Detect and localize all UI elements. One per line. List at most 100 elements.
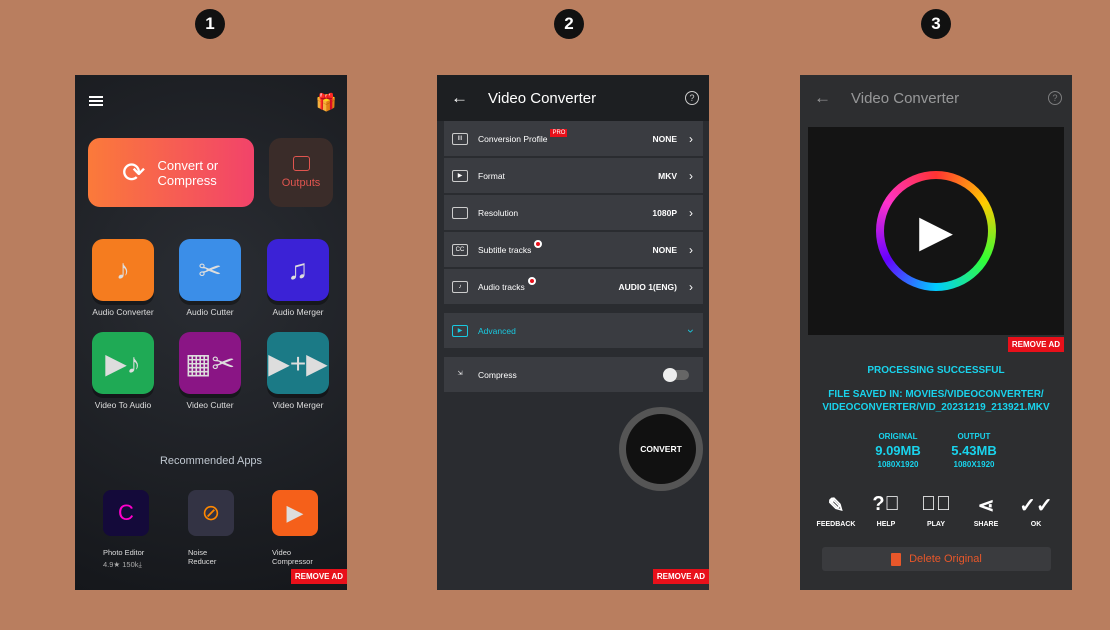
action-label: SHARE bbox=[973, 521, 999, 528]
chevron-right-icon: › bbox=[689, 131, 693, 146]
row-label: Audio tracks bbox=[478, 281, 525, 292]
advanced-settings-icon: ▶ bbox=[452, 324, 468, 337]
row-label: Compress bbox=[478, 369, 517, 380]
app-name: Photo Editor bbox=[103, 548, 145, 557]
ad-banner[interactable]: ▶ bbox=[808, 127, 1064, 335]
back-arrow-icon[interactable]: ← bbox=[451, 88, 468, 108]
pro-dot-icon bbox=[534, 240, 543, 248]
play-button[interactable]: ▶⃝ PLAY bbox=[911, 493, 961, 528]
film-music-icon: ▶♪ bbox=[92, 332, 154, 394]
home-screen: 🎁 ⟳ Convert or Compress Outputs ♪ Audio C… bbox=[75, 75, 347, 590]
row-value: NONE bbox=[652, 133, 677, 144]
ok-button[interactable]: ✓✓ OK bbox=[1011, 493, 1061, 528]
help-button[interactable]: ?⃝ HELP bbox=[861, 493, 911, 528]
app-photo-editor[interactable]: C Photo Editor 4.9★ 150k⤓ bbox=[103, 490, 173, 570]
action-label: OK bbox=[1030, 521, 1042, 528]
format-icon: ▶ bbox=[452, 169, 468, 182]
video-converter-logo-icon: ▶ bbox=[876, 171, 996, 291]
step-badge-1: 1 bbox=[195, 9, 225, 39]
audio-tracks-row[interactable]: ♪ Audio tracks AUDIO 1(ENG) › bbox=[444, 269, 703, 305]
remove-ad-button[interactable]: REMOVE AD bbox=[1007, 337, 1064, 352]
photo-editor-icon: C bbox=[103, 490, 149, 536]
music-note-icon: ♪ bbox=[92, 239, 154, 301]
original-stats: ORIGINAL 9.09MB 1080X1920 bbox=[858, 432, 938, 469]
delete-original-button[interactable]: Delete Original bbox=[822, 547, 1051, 571]
remove-ad-button[interactable]: REMOVE AD bbox=[290, 569, 347, 584]
tool-label: Video Cutter bbox=[186, 400, 234, 410]
advanced-row[interactable]: ▶ Advanced › bbox=[444, 313, 703, 349]
app-name: Video Compressor bbox=[272, 548, 313, 566]
convert-video-icon: ⟳ bbox=[122, 157, 146, 188]
audio-cutter-tool[interactable]: ✂ Audio Cutter bbox=[170, 239, 250, 317]
app-bar: ← Video Converter ? bbox=[800, 75, 1072, 121]
share-button[interactable]: ⋖ SHARE bbox=[961, 493, 1011, 528]
row-label: Resolution bbox=[478, 207, 519, 218]
back-arrow-icon[interactable]: ← bbox=[814, 88, 831, 108]
page-title: Video Converter bbox=[488, 89, 597, 107]
app-video-compressor[interactable]: ▶ Video Compressor bbox=[272, 490, 342, 566]
outputs-button[interactable]: Outputs bbox=[269, 138, 333, 207]
feedback-button[interactable]: ✎ FEEDBACK bbox=[811, 493, 861, 528]
chevron-down-icon: › bbox=[684, 328, 698, 333]
double-check-icon: ✓✓ bbox=[1019, 495, 1053, 517]
saved-path-line1: FILE SAVED IN: MOVIES/VIDEOCONVERTER/ bbox=[828, 389, 1044, 400]
trash-icon bbox=[891, 552, 902, 566]
tool-label: Audio Converter bbox=[92, 307, 154, 317]
output-label: OUTPUT bbox=[957, 432, 991, 441]
remove-ad-button[interactable]: REMOVE AD bbox=[652, 569, 709, 584]
resolution-icon bbox=[452, 206, 468, 219]
chevron-right-icon: › bbox=[689, 242, 693, 257]
music-notes-icon: ♫ bbox=[267, 239, 329, 301]
action-label: HELP bbox=[876, 521, 896, 528]
row-value: 1080P bbox=[652, 207, 677, 218]
convert-button[interactable]: CONVERT bbox=[619, 407, 703, 491]
menu-icon[interactable] bbox=[89, 96, 103, 106]
scissors-music-icon: ✂ bbox=[179, 239, 241, 301]
chevron-right-icon: › bbox=[689, 168, 693, 183]
conversion-profile-row[interactable]: III Conversion Profile PRO NONE › bbox=[444, 121, 703, 157]
film-scissors-icon: ▦✂ bbox=[179, 332, 241, 394]
tool-label: Video To Audio bbox=[94, 400, 152, 410]
row-label: Format bbox=[478, 170, 505, 181]
output-resolution: 1080X1920 bbox=[953, 460, 995, 469]
recommended-apps-title: Recommended Apps bbox=[159, 455, 263, 467]
compress-toggle[interactable] bbox=[663, 367, 689, 382]
original-label: ORIGINAL bbox=[878, 432, 918, 441]
page-title: Video Converter bbox=[851, 89, 960, 107]
step-badge-2: 2 bbox=[554, 9, 584, 39]
help-icon[interactable]: ? bbox=[1048, 91, 1062, 105]
app-bar: ← Video Converter ? bbox=[437, 75, 709, 121]
audio-converter-tool[interactable]: ♪ Audio Converter bbox=[83, 239, 163, 317]
gift-icon[interactable]: 🎁 bbox=[316, 93, 337, 113]
pro-badge: PRO bbox=[550, 129, 568, 137]
video-merger-tool[interactable]: ▶+▶ Video Merger bbox=[258, 332, 338, 410]
resolution-row[interactable]: Resolution 1080P › bbox=[444, 195, 703, 231]
original-size: 9.09MB bbox=[875, 443, 921, 458]
profile-icon: III bbox=[452, 132, 468, 145]
folder-icon bbox=[292, 156, 310, 171]
action-label: FEEDBACK bbox=[816, 521, 856, 528]
app-noise-reducer[interactable]: ⊘ Noise Reducer bbox=[188, 490, 258, 566]
compress-row: ⇲ Compress bbox=[444, 357, 703, 393]
convert-label: Convert or Compress bbox=[157, 157, 219, 188]
compress-icon: ⇲ bbox=[457, 370, 463, 377]
status-text: PROCESSING SUCCESSFUL bbox=[867, 365, 1005, 376]
video-cutter-tool[interactable]: ▦✂ Video Cutter bbox=[170, 332, 250, 410]
play-circle-icon: ▶⃝ bbox=[921, 493, 951, 515]
row-value: NONE bbox=[652, 244, 677, 255]
help-circle-icon: ?⃝ bbox=[872, 493, 900, 515]
video-converter-screen: ← Video Converter ? III Conversion Profil… bbox=[437, 75, 709, 590]
format-row[interactable]: ▶ Format MKV › bbox=[444, 158, 703, 194]
processing-result-screen: ← Video Converter ? ▶ REMOVE AD PROCESSI… bbox=[800, 75, 1072, 590]
output-size: 5.43MB bbox=[951, 443, 997, 458]
tool-label: Audio Cutter bbox=[186, 307, 234, 317]
convert-compress-button[interactable]: ⟳ Convert or Compress bbox=[88, 138, 254, 207]
subtitle-tracks-row[interactable]: CC Subtitle tracks NONE › bbox=[444, 232, 703, 268]
row-label: Conversion Profile bbox=[478, 133, 548, 144]
video-to-audio-tool[interactable]: ▶♪ Video To Audio bbox=[83, 332, 163, 410]
row-value: AUDIO 1(ENG) bbox=[618, 281, 677, 292]
help-icon[interactable]: ? bbox=[685, 91, 699, 105]
subtitle-icon: CC bbox=[452, 243, 468, 256]
audio-merger-tool[interactable]: ♫ Audio Merger bbox=[258, 239, 338, 317]
feedback-icon: ✎ bbox=[827, 495, 845, 517]
